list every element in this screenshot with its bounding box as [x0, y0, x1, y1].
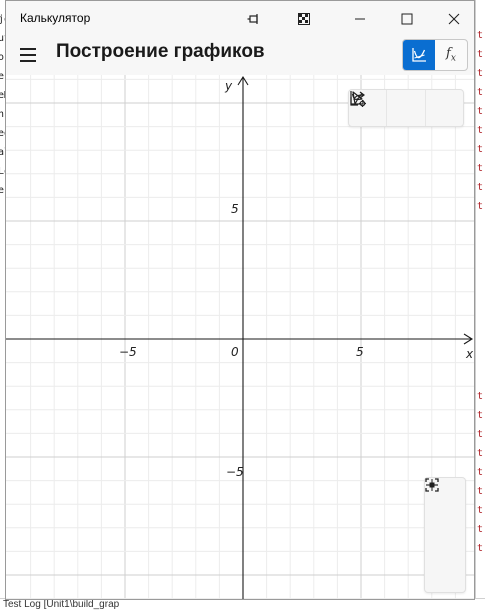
- origin-label: 0: [231, 345, 239, 359]
- background-text-fragment: t: [477, 106, 484, 117]
- reset-view-button[interactable]: [425, 478, 465, 592]
- graph-canvas[interactable]: y x 0 −5 5 5 −5: [6, 75, 474, 599]
- app-title: Калькулятор: [20, 11, 91, 25]
- background-text-fragment: t: [477, 429, 484, 440]
- background-text-fragment: t: [477, 30, 484, 41]
- reset-view-icon: [425, 478, 439, 492]
- background-text-fragment: t: [477, 182, 484, 193]
- y-tick-label: −5: [226, 465, 244, 479]
- background-text-fragment: t: [477, 201, 484, 212]
- background-text-fragment: o: [0, 52, 4, 63]
- title-bar[interactable]: Калькулятор: [6, 1, 474, 37]
- background-text-fragment: t: [477, 391, 484, 402]
- close-button[interactable]: [442, 7, 466, 31]
- background-text-fragment: t: [477, 68, 484, 79]
- function-icon: fx: [446, 46, 456, 64]
- graph-toolbar: [348, 89, 464, 127]
- minimize-button[interactable]: [348, 7, 372, 31]
- background-text-fragment: t: [477, 448, 484, 459]
- compact-overlay-icon: [298, 13, 310, 25]
- compact-overlay-button[interactable]: [292, 7, 316, 31]
- graph-settings-button[interactable]: [350, 90, 463, 126]
- x-axis-label: x: [466, 347, 474, 361]
- background-window-right: ttttttttttttttttttt: [475, 0, 485, 611]
- close-icon: [448, 13, 460, 25]
- zoom-out-button[interactable]: [425, 484, 465, 554]
- background-text-fragment: t: [477, 163, 484, 174]
- background-text-fragment: t: [477, 543, 484, 554]
- graph-view-button[interactable]: [403, 40, 435, 70]
- background-text-fragment: t: [477, 505, 484, 516]
- background-status-text: Test Log [Unit1\build_grap: [3, 599, 120, 610]
- background-text-fragment: t: [477, 87, 484, 98]
- y-tick-label: 5: [231, 202, 239, 216]
- pin-icon: [247, 14, 258, 24]
- background-text-fragment: t: [477, 49, 484, 60]
- background-text-fragment: t: [477, 125, 484, 136]
- graph-settings-icon: [350, 91, 366, 107]
- pin-button[interactable]: [242, 7, 266, 31]
- x-tick-label: −5: [119, 345, 137, 359]
- maximize-icon: [401, 13, 413, 25]
- maximize-button[interactable]: [395, 7, 419, 31]
- calculator-window: Калькулятор Построение графиков fx y x 0…: [5, 0, 475, 600]
- background-text-fragment: t: [477, 410, 484, 421]
- x-tick-label: 5: [356, 345, 364, 359]
- background-text-fragment: n: [0, 109, 4, 120]
- hamburger-icon[interactable]: [20, 45, 40, 65]
- function-list-button[interactable]: fx: [435, 40, 467, 70]
- background-text-fragment: t: [477, 486, 484, 497]
- page-title: Построение графиков: [56, 41, 265, 62]
- zoom-controls: [424, 477, 466, 593]
- mode-toggle: fx: [402, 39, 468, 71]
- background-text-fragment: t: [477, 144, 484, 155]
- graph-grid: [6, 75, 474, 599]
- graph-view-icon: [412, 48, 426, 62]
- background-text-fragment: t: [477, 467, 484, 478]
- background-status-bar: Test Log [Unit1\build_grap: [0, 598, 485, 612]
- minimize-icon: [355, 18, 365, 20]
- y-axis-label: y: [225, 79, 233, 93]
- background-text-fragment: t: [477, 524, 484, 535]
- share-button[interactable]: [350, 90, 424, 126]
- app-header: Построение графиков fx: [6, 37, 474, 75]
- function-subscript: x: [450, 53, 456, 64]
